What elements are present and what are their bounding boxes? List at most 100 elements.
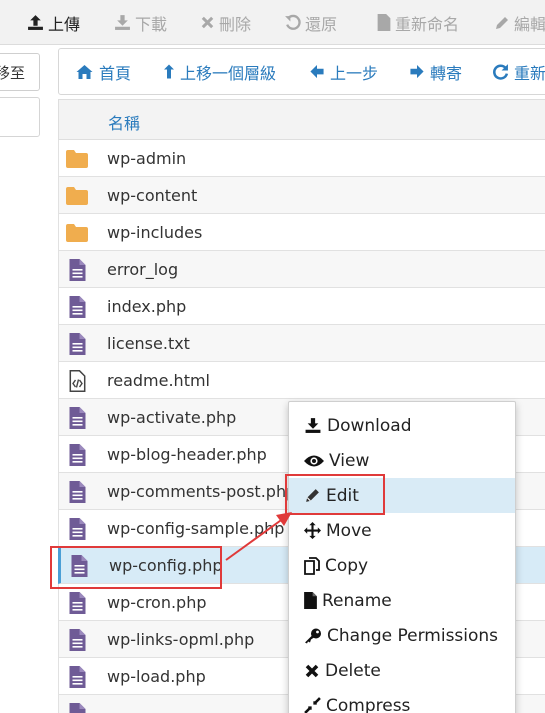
file-highlight-box	[50, 546, 222, 589]
file-icon	[65, 258, 89, 282]
code-file-icon	[65, 369, 89, 393]
menu-item-copy[interactable]: Copy	[289, 548, 515, 583]
compress-icon	[304, 697, 326, 713]
file-icon	[65, 702, 89, 713]
menu-item-label: Rename	[322, 590, 392, 611]
edit-button[interactable]: 編輯	[494, 0, 545, 45]
file-icon	[65, 295, 89, 319]
file-name[interactable]: error_log	[107, 260, 178, 279]
menu-item-view[interactable]: View	[289, 443, 515, 478]
file-name[interactable]: index.php	[107, 297, 186, 316]
edit-highlight-box	[285, 474, 385, 515]
menu-item-label: Move	[326, 520, 372, 541]
pencil-icon	[496, 16, 508, 29]
download-icon	[115, 15, 130, 30]
menu-item-label: Copy	[325, 555, 369, 576]
file-name[interactable]: wp-admin	[107, 149, 186, 168]
close-icon	[304, 663, 325, 679]
toolbar: 上傳 下載 刪除 還原 重新命名 編輯	[0, 0, 545, 45]
move-to-field[interactable]: 移至	[0, 53, 40, 91]
file-name[interactable]: wp-load.php	[107, 667, 206, 686]
file-name[interactable]: wp-comments-post.php	[107, 482, 296, 501]
file-name[interactable]: wp-activate.php	[107, 408, 236, 427]
folder-icon	[65, 147, 89, 171]
refresh-icon	[493, 64, 509, 80]
download-label: 下載	[135, 14, 168, 34]
context-menu: Download View Edit Move Copy Rename Change Per…	[288, 401, 516, 713]
back-label: 上一步	[330, 63, 379, 83]
table-row[interactable]: readme.html	[58, 362, 545, 399]
menu-item-compress[interactable]: Compress	[289, 688, 515, 713]
level-up-icon	[164, 64, 174, 79]
restore-button[interactable]: 還原	[284, 0, 337, 45]
table-row[interactable]: wp-includes	[58, 214, 545, 251]
table-row[interactable]: license.txt	[58, 325, 545, 362]
menu-item-move[interactable]: Move	[289, 513, 515, 548]
upload-icon	[28, 15, 43, 30]
file-icon	[65, 628, 89, 652]
file-name[interactable]: wp-blog-header.php	[107, 445, 267, 464]
menu-item-label: Compress	[326, 695, 411, 713]
upload-label: 上傳	[48, 14, 81, 34]
forward-button[interactable]: 轉寄	[409, 49, 462, 94]
file-icon	[65, 591, 89, 615]
table-row[interactable]: wp-content	[58, 177, 545, 214]
file-icon	[65, 406, 89, 430]
rename-label: 重新命名	[395, 14, 460, 34]
annotation-arrow	[225, 512, 292, 561]
file-icon	[65, 665, 89, 689]
menu-item-label: View	[329, 450, 370, 471]
undo-icon	[285, 14, 301, 30]
eye-icon	[304, 454, 329, 468]
delete-label: 刪除	[219, 14, 252, 34]
up-level-label: 上移一個層級	[180, 63, 277, 83]
copy-icon	[304, 556, 325, 575]
file-icon	[377, 14, 391, 31]
download-button[interactable]: 下載	[114, 0, 167, 45]
file-icon	[65, 517, 89, 541]
rename-button[interactable]: 重新命名	[377, 0, 459, 45]
home-button[interactable]: 首頁	[75, 49, 131, 94]
navigation-bar: 首頁 上移一個層級 上一步 轉寄 重新	[58, 48, 545, 95]
menu-item-rename[interactable]: Rename	[289, 583, 515, 618]
table-row[interactable]: wp-admin	[58, 140, 545, 177]
download-icon	[304, 417, 327, 434]
reload-label: 重新	[514, 63, 545, 83]
menu-item-download[interactable]: Download	[289, 408, 515, 443]
delete-button[interactable]: 刪除	[200, 0, 251, 45]
table-row[interactable]: index.php	[58, 288, 545, 325]
file-name[interactable]: readme.html	[107, 371, 210, 390]
file-icon	[304, 592, 322, 609]
menu-item-delete[interactable]: Delete	[289, 653, 515, 688]
back-button[interactable]: 上一步	[309, 49, 378, 94]
home-label: 首頁	[99, 63, 132, 83]
menu-item-label: Delete	[325, 660, 381, 681]
left-tree-panel[interactable]	[0, 97, 40, 137]
upload-button[interactable]: 上傳	[27, 0, 80, 45]
file-icon	[65, 480, 89, 504]
forward-label: 轉寄	[430, 63, 463, 83]
table-row[interactable]: error_log	[58, 251, 545, 288]
up-level-button[interactable]: 上移一個層級	[163, 49, 276, 94]
menu-item-change-permissions[interactable]: Change Permissions	[289, 618, 515, 653]
file-name[interactable]: wp-includes	[107, 223, 202, 242]
move-icon	[304, 522, 326, 539]
file-name[interactable]: wp-cron.php	[107, 593, 207, 612]
file-icon	[65, 443, 89, 467]
close-icon	[201, 16, 214, 29]
reload-button[interactable]: 重新	[492, 49, 545, 94]
file-name[interactable]: wp-content	[107, 186, 197, 205]
menu-item-label: Change Permissions	[327, 625, 499, 646]
home-icon	[76, 64, 93, 79]
table-header: 名稱	[58, 99, 545, 140]
key-icon	[304, 627, 327, 644]
move-to-label: 移至	[0, 63, 25, 82]
edit-label: 編輯	[514, 14, 545, 34]
file-name[interactable]: wp-links-opml.php	[107, 630, 254, 649]
folder-icon	[65, 184, 89, 208]
arrow-right-icon	[410, 64, 424, 79]
file-name[interactable]: license.txt	[107, 334, 190, 353]
folder-icon	[65, 221, 89, 245]
name-column-header[interactable]: 名稱	[108, 110, 140, 134]
arrow-left-icon	[310, 64, 324, 79]
